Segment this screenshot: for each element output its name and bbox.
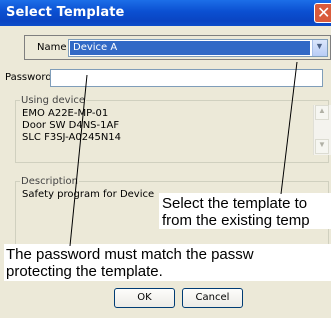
dialog-title: Select Template xyxy=(6,5,125,20)
device-list-scrollbar[interactable]: ▲ ▼ xyxy=(313,105,331,155)
close-icon: ✕ xyxy=(317,3,331,22)
arrow-up-icon: ▲ xyxy=(318,106,326,115)
password-callout: The password must match the passw protec… xyxy=(4,244,331,281)
password-input[interactable] xyxy=(50,69,323,87)
name-dropdown-value: Device A xyxy=(70,41,310,55)
name-dropdown[interactable]: Device A ▼ xyxy=(68,39,328,57)
list-item[interactable]: EMO A22E-MP-01 xyxy=(22,108,327,120)
template-callout-line-2: from the existing temp xyxy=(162,212,310,229)
ok-button[interactable]: OK xyxy=(114,288,175,308)
dropdown-button[interactable]: ▼ xyxy=(312,40,327,56)
password-callout-line-1: The password must match the passw xyxy=(6,246,254,263)
list-item[interactable]: SLC F3SJ-A0245N14 xyxy=(22,132,327,144)
template-callout-line-1: Select the template to xyxy=(162,195,308,212)
title-bar: Select Template ✕ xyxy=(0,0,331,26)
scroll-down-button[interactable]: ▼ xyxy=(315,139,329,154)
chevron-down-icon: ▼ xyxy=(315,41,324,51)
close-button[interactable]: ✕ xyxy=(314,3,331,23)
description-label: Description xyxy=(20,176,79,187)
description-text: Safety program for Device xyxy=(22,189,155,200)
password-callout-line-2: protecting the template. xyxy=(6,263,163,280)
list-item[interactable]: Door SW D4NS-1AF xyxy=(22,120,327,132)
scroll-up-button[interactable]: ▲ xyxy=(315,105,329,120)
template-callout: Select the template to from the existing… xyxy=(159,193,331,229)
using-device-label: Using device xyxy=(20,95,87,106)
cancel-button[interactable]: Cancel xyxy=(182,288,243,308)
device-list[interactable]: EMO A22E-MP-01 Door SW D4NS-1AF SLC F3SJ… xyxy=(22,108,327,160)
select-template-dialog: Select Template ✕ Name : Device A ▼ Pass… xyxy=(0,0,331,318)
arrow-down-icon: ▼ xyxy=(318,140,326,149)
